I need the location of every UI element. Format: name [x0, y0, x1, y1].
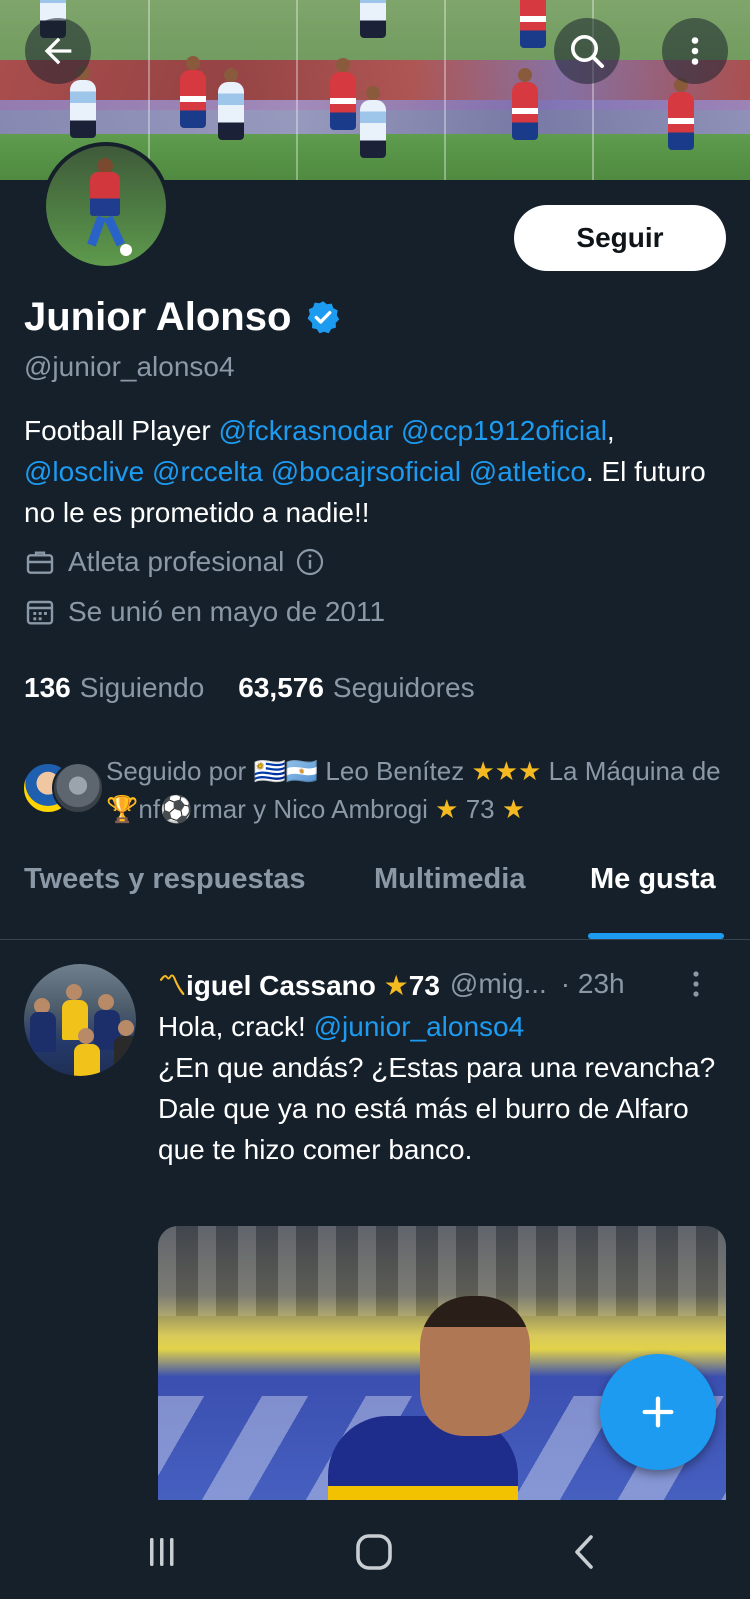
recent-apps-icon [150, 1538, 174, 1566]
mention-link[interactable]: @bocajrsoficial [271, 456, 461, 487]
tab-tweets-replies[interactable]: Tweets y respuestas [24, 863, 306, 896]
mention-link[interactable]: @ccp1912oficial [401, 415, 607, 446]
plus-icon [642, 1396, 674, 1428]
profile-name: Junior Alonso [24, 294, 292, 339]
search-button[interactable] [554, 18, 620, 84]
profile-handle: @junior_alonso4 [24, 351, 235, 382]
system-back-button[interactable] [554, 1530, 614, 1574]
tweet-author-avatar[interactable] [24, 964, 136, 1076]
mention-link[interactable]: @atletico [469, 456, 586, 487]
home-button[interactable] [344, 1530, 404, 1574]
following-link[interactable]: 136 Siguiendo [24, 672, 204, 704]
info-icon[interactable] [294, 546, 326, 578]
tab-likes[interactable]: Me gusta [590, 863, 716, 896]
follow-button[interactable]: Seguir [514, 205, 726, 271]
tweet-author-handle: @mig... [449, 968, 547, 999]
verified-badge-icon [307, 301, 340, 334]
joined-row: Se unió en mayo de 2011 [24, 596, 385, 628]
home-icon [356, 1534, 392, 1570]
tab-media[interactable]: Multimedia [374, 863, 525, 896]
system-navigation-bar [0, 1500, 750, 1599]
mention-link[interactable]: @rccelta [152, 456, 263, 487]
follow-counts: 136 Siguiendo 63,576 Seguidores [24, 672, 475, 704]
more-options-button[interactable] [662, 18, 728, 84]
tweet-author-name[interactable]: 〽iguel Cassano ★73 [158, 964, 440, 1004]
chevron-left-icon [575, 1535, 593, 1569]
followed-by-text: Seguido por 🇺🇾🇦🇷 Leo Benítez ★★★ La Máqu… [106, 756, 721, 824]
briefcase-icon [26, 551, 54, 574]
profession-label: Atleta profesional [68, 546, 285, 577]
tweet-header: 〽iguel Cassano ★73 @mig... · 23h [158, 964, 728, 1004]
tweet-more-icon[interactable] [692, 970, 700, 998]
mention-link[interactable]: @junior_alonso4 [314, 1011, 525, 1042]
profile-bio: Football Player @fckrasnodar @ccp1912ofi… [24, 415, 706, 528]
mention-link[interactable]: @fckrasnodar [219, 415, 394, 446]
back-button[interactable] [25, 18, 91, 84]
followers-link[interactable]: 63,576 Seguidores [238, 672, 474, 704]
tweet-text: Hola, crack! @junior_alonso4 ¿En que and… [158, 1011, 716, 1165]
avatar [52, 762, 104, 814]
recent-apps-button[interactable] [132, 1530, 192, 1574]
mention-link[interactable]: @losclive [24, 456, 144, 487]
followers-you-know-avatars [22, 762, 104, 814]
profile-tabs: Tweets y respuestas Multimedia Me gusta [0, 845, 750, 940]
compose-tweet-button[interactable] [600, 1354, 716, 1470]
profile-avatar[interactable] [42, 142, 170, 270]
search-icon [571, 35, 604, 68]
arrow-left-icon [44, 37, 72, 65]
calendar-icon [26, 600, 54, 625]
tweet-timestamp: · 23h [560, 968, 625, 999]
profile-screen: Seguir Junior Alonso @junior_alonso4 Foo… [0, 0, 750, 1599]
joined-label: Se unió en mayo de 2011 [68, 596, 386, 627]
more-vertical-icon [691, 37, 699, 65]
profession-row: Atleta profesional [24, 546, 326, 578]
profile-name-row: Junior Alonso [24, 292, 341, 342]
active-tab-indicator [588, 933, 724, 939]
